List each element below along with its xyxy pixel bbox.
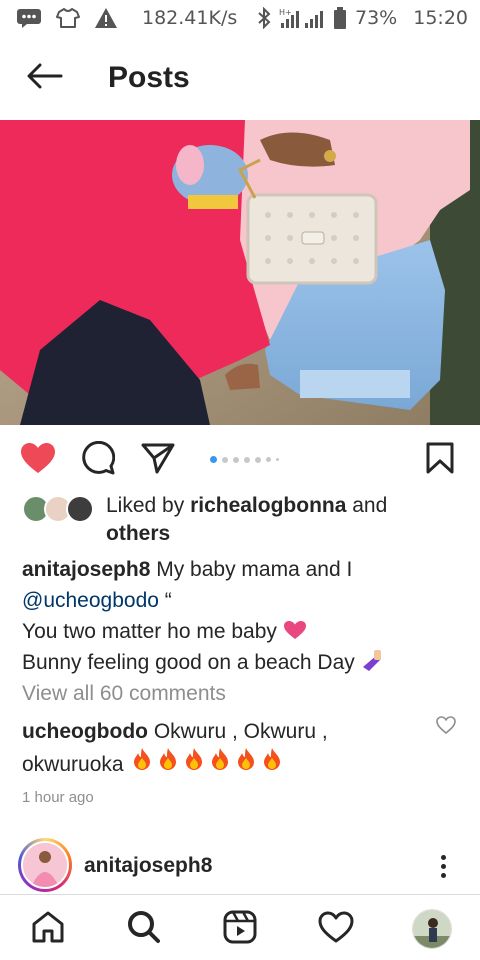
save-button[interactable] xyxy=(420,440,460,480)
likes-prefix: Liked by xyxy=(106,494,191,517)
view-all-comments-link[interactable]: View all 60 comments xyxy=(22,682,226,706)
network-speed: 182.41K/s xyxy=(142,7,238,29)
comment-text: Okwuru , Okwuru , xyxy=(147,720,328,743)
bookmark-icon xyxy=(426,442,454,479)
page-title: Posts xyxy=(108,61,190,94)
battery-level: 73% xyxy=(355,7,398,29)
more-dot xyxy=(440,863,446,869)
avatar xyxy=(66,495,94,523)
fire-emoji xyxy=(259,747,285,780)
next-post-username[interactable]: anitajoseph8 xyxy=(84,854,212,878)
carousel-indicator xyxy=(210,456,279,463)
story-avatar[interactable] xyxy=(18,838,72,892)
post-caption: anitajoseph8 My baby mama and I @ucheogb… xyxy=(22,554,462,678)
carousel-dot xyxy=(255,456,261,463)
likes-middle: and xyxy=(346,494,388,517)
comment-like-button[interactable] xyxy=(436,716,458,738)
nav-search[interactable] xyxy=(122,907,166,951)
likes-summary[interactable]: Liked by richealogbonna and others xyxy=(22,492,462,548)
more-options-button[interactable] xyxy=(428,848,458,884)
heart-icon xyxy=(318,911,354,948)
heart-filled-icon xyxy=(20,442,56,479)
arrow-left-icon xyxy=(27,63,63,94)
caption-username[interactable]: anitajoseph8 xyxy=(22,558,150,581)
fire-emoji xyxy=(233,747,259,780)
carousel-dot xyxy=(210,456,217,463)
carousel-dot xyxy=(276,458,279,461)
caption-mention[interactable]: @ucheogbodo xyxy=(22,589,159,612)
liker-username[interactable]: richealogbonna xyxy=(190,494,346,517)
comment-username[interactable]: ucheogbodo xyxy=(22,720,148,743)
caption-line1: My baby mama and I xyxy=(150,558,353,581)
profile-avatar xyxy=(412,909,452,949)
back-button[interactable] xyxy=(0,36,90,120)
avatar xyxy=(21,841,69,889)
carousel-dot xyxy=(233,456,239,463)
bluetooth-icon xyxy=(257,7,271,29)
fire-emoji xyxy=(129,747,155,780)
post-timestamp: 1 hour ago xyxy=(22,789,94,806)
nav-home[interactable] xyxy=(26,907,70,951)
caption-mention-suffix: “ xyxy=(158,589,172,612)
nav-activity[interactable] xyxy=(314,907,358,951)
fire-emoji xyxy=(155,747,181,780)
tshirt-icon xyxy=(56,7,80,29)
carousel-dot xyxy=(266,457,271,462)
selfie-emoji xyxy=(361,650,383,674)
caption-line2: You two matter ho me baby xyxy=(22,620,283,643)
carousel-dot xyxy=(244,456,250,463)
like-button[interactable] xyxy=(18,440,58,480)
status-bar: 182.41K/s H+ 73% 15:20 xyxy=(0,0,480,36)
likes-text: Liked by richealogbonna and others xyxy=(98,492,387,548)
signal-icon: H+ xyxy=(279,7,325,29)
comment-item: ucheogbodo Okwuru , Okwuru , okwuruoka xyxy=(22,716,422,780)
more-dot xyxy=(440,854,446,860)
bottom-navigation xyxy=(0,894,480,960)
post-image[interactable] xyxy=(0,120,480,425)
carousel-dot xyxy=(222,456,228,463)
likes-others[interactable]: others xyxy=(106,522,170,545)
nav-profile[interactable] xyxy=(410,907,454,951)
next-post-header: anitajoseph8 xyxy=(0,836,480,896)
comment-button[interactable] xyxy=(78,440,118,480)
fire-emoji xyxy=(181,747,207,780)
more-dot xyxy=(440,872,446,878)
search-icon xyxy=(127,910,161,949)
message-icon xyxy=(16,8,42,28)
comment-icon xyxy=(81,440,116,480)
fire-emoji-row xyxy=(129,748,285,776)
fire-emoji xyxy=(207,747,233,780)
post-actions xyxy=(0,430,480,488)
battery-icon xyxy=(333,7,347,29)
top-bar: Posts xyxy=(0,36,480,120)
comment-text-2: okwuruoka xyxy=(22,753,130,776)
nav-reels[interactable] xyxy=(218,907,262,951)
reels-icon xyxy=(223,910,257,949)
warning-icon xyxy=(94,7,118,29)
pink-heart-emoji xyxy=(283,620,307,643)
home-icon xyxy=(31,910,65,949)
svg-text:H+: H+ xyxy=(279,8,292,17)
heart-outline-icon xyxy=(436,716,456,738)
caption-line3: Bunny feeling good on a beach Day xyxy=(22,651,361,674)
send-icon xyxy=(141,442,175,479)
clock: 15:20 xyxy=(413,7,468,29)
liker-avatars xyxy=(22,495,98,525)
share-button[interactable] xyxy=(138,440,178,480)
